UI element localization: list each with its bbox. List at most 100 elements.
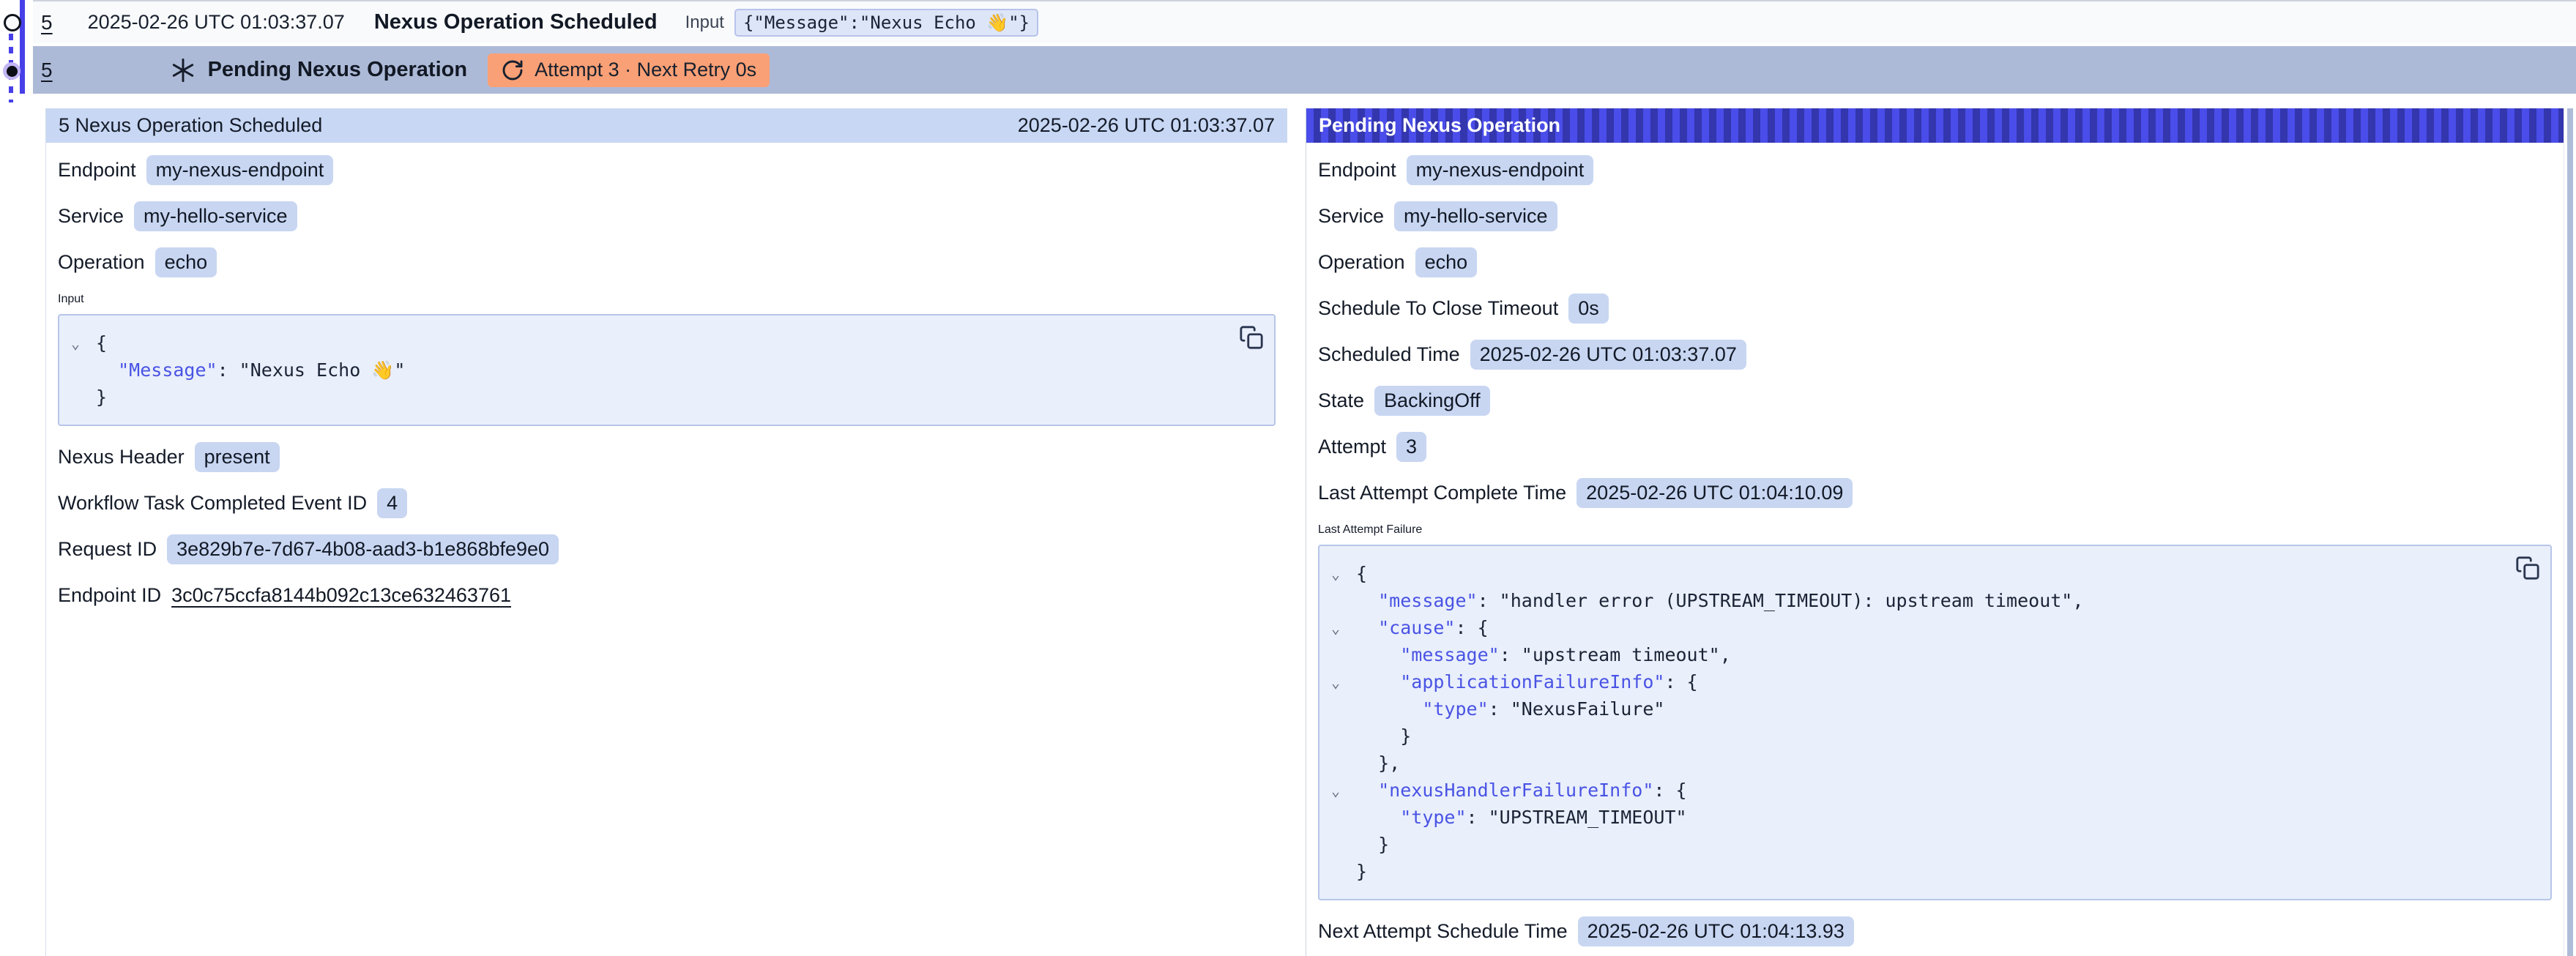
json-code-block: ⌄{⌄ "message": "handler error (UPSTREAM_… — [1318, 545, 2552, 900]
code-line: ⌄ "type": "NexusFailure" — [1356, 695, 2504, 722]
pending-panel-fields: Endpoint my-nexus-endpoint Service my-hello… — [1306, 143, 2564, 946]
field-value-badge: my-hello-service — [1394, 201, 1557, 231]
field-row: Endpoint my-nexus-endpoint — [1318, 154, 2552, 185]
pending-event-title: Pending Nexus Operation — [208, 58, 468, 82]
field-label: Endpoint — [1318, 159, 1396, 182]
collapse-chevron-icon[interactable]: ⌄ — [1331, 561, 1347, 588]
event-detail-panels: 5 Nexus Operation Scheduled 2025-02-26 U… — [45, 108, 2564, 956]
event-id-link[interactable]: 5 — [41, 11, 53, 34]
field-row: Schedule To Close Timeout 0s — [1318, 293, 2552, 324]
selected-event-bar — [20, 0, 25, 94]
panel-title: 5 Nexus Operation Scheduled — [59, 114, 322, 137]
field-value-badge: present — [195, 442, 280, 472]
endpoint-id-link[interactable]: 3c0c75ccfa8144b092c13ce632463761 — [171, 584, 511, 607]
code-text: { — [1356, 563, 1367, 584]
code-line: ⌄} — [96, 384, 1227, 411]
field-row: Request ID 3e829b7e-7d67-4b08-aad3-b1e868… — [58, 534, 1276, 564]
code-field: Input⌄{⌄ "Message": "Nexus Echo 👋"⌄} — [58, 293, 1276, 426]
retry-icon — [501, 59, 524, 82]
copy-button[interactable] — [1239, 325, 1264, 350]
field-label: Service — [1318, 205, 1384, 228]
field-row: Next Attempt Schedule Time2025-02-26 UTC… — [1318, 916, 2552, 946]
field-label: Endpoint ID — [58, 584, 161, 607]
field-row: Endpointmy-nexus-endpoint — [58, 154, 1276, 185]
code-line: ⌄ "message": "handler error (UPSTREAM_TI… — [1356, 587, 2504, 614]
scheduled-event-panel: 5 Nexus Operation Scheduled 2025-02-26 U… — [45, 108, 1287, 956]
code-line: ⌄{ — [96, 329, 1227, 356]
field-label: Operation — [1318, 251, 1405, 274]
code-line: ⌄ "Message": "Nexus Echo 👋" — [96, 356, 1227, 384]
pending-asterisk-icon — [170, 57, 196, 83]
retry-badge: Attempt 3 · Next Retry 0s — [488, 53, 770, 87]
scheduled-panel-fields: Endpointmy-nexus-endpoint Service my-hello… — [46, 143, 1287, 610]
field-row: Service my-hello-service — [1318, 201, 2552, 231]
input-inline-value: {"Message":"Nexus Echo 👋"} — [734, 9, 1038, 37]
panel-title: Pending Nexus Operation — [1319, 114, 1560, 137]
field-label: State — [1318, 389, 1364, 412]
event-row-pending[interactable]: 5 Pending Nexus Operation Attempt 3 · Ne… — [33, 46, 2576, 94]
code-field: Last Attempt Failure⌄{⌄ "message": "hand… — [1318, 523, 2552, 900]
field-value-badge: my-nexus-endpoint — [1407, 155, 1594, 185]
code-text: }, — [1356, 753, 1400, 774]
code-text: "applicationFailureInfo": { — [1356, 671, 1698, 692]
field-label: Next Attempt Schedule Time — [1318, 920, 1568, 943]
field-row: Nexus Header present — [58, 441, 1276, 472]
field-label: Workflow Task Completed Event ID — [58, 492, 367, 515]
collapse-chevron-icon[interactable]: ⌄ — [1331, 615, 1347, 642]
field-row: Workflow Task Completed Event ID 4 — [58, 488, 1276, 518]
code-line: ⌄} — [1356, 858, 2504, 885]
field-value-badge: echo — [155, 247, 217, 277]
field-value-badge: 4 — [377, 488, 407, 518]
field-value-badge: 0s — [1568, 294, 1609, 324]
event-id-link[interactable]: 5 — [41, 59, 53, 82]
field-label: Input — [58, 293, 1276, 306]
copy-button[interactable] — [2515, 556, 2540, 580]
field-row: StateBackingOff — [1318, 385, 2552, 416]
field-row: Endpoint ID 3c0c75ccfa8144b092c13ce632463… — [58, 580, 1276, 610]
workflow-history-view: 5 2025-02-26 UTC 01:03:37.07 Nexus Opera… — [0, 0, 2576, 956]
code-text: "message": "handler error (UPSTREAM_TIME… — [1356, 590, 2083, 611]
copy-icon — [2515, 556, 2540, 580]
code-text: } — [1356, 861, 1367, 882]
code-line: ⌄ "message": "upstream timeout", — [1356, 641, 2504, 668]
code-text: } — [1356, 834, 1389, 855]
field-row: Service my-hello-service — [58, 201, 1276, 231]
code-line: ⌄ } — [1356, 722, 2504, 750]
json-code-block: ⌄{⌄ "Message": "Nexus Echo 👋"⌄} — [58, 314, 1276, 426]
copy-icon — [1239, 325, 1264, 350]
pending-event-marker — [3, 62, 21, 80]
field-row: Operationecho — [1318, 247, 2552, 277]
retry-badge-label: Attempt 3 · Next Retry 0s — [535, 59, 756, 81]
field-label: Endpoint — [58, 159, 136, 182]
code-text: "message": "upstream timeout", — [1356, 644, 1731, 665]
field-value-badge: 3e829b7e-7d67-4b08-aad3-b1e868bfe9e0 — [167, 534, 559, 564]
field-label: Schedule To Close Timeout — [1318, 297, 1558, 320]
field-value-badge: 2025-02-26 UTC 01:03:37.07 — [1470, 340, 1746, 370]
field-label: Attempt — [1318, 436, 1386, 458]
collapse-chevron-icon[interactable]: ⌄ — [71, 330, 87, 357]
field-value-badge: 3 — [1396, 432, 1426, 462]
code-line: ⌄ "cause": { — [1356, 614, 2504, 641]
event-row-scheduled[interactable]: 5 2025-02-26 UTC 01:03:37.07 Nexus Opera… — [33, 1, 2576, 43]
field-label: Nexus Header — [58, 446, 185, 468]
event-open-marker — [4, 14, 21, 31]
field-label: Service — [58, 205, 124, 228]
code-line: ⌄ "applicationFailureInfo": { — [1356, 668, 2504, 695]
pending-operation-panel: Pending Nexus Operation Endpoint my-nexus… — [1306, 108, 2564, 956]
field-label: Request ID — [58, 538, 157, 561]
scrollbar[interactable] — [2567, 108, 2573, 956]
collapse-chevron-icon[interactable]: ⌄ — [1331, 777, 1347, 804]
code-text: { — [96, 332, 107, 354]
field-value-badge: my-hello-service — [134, 201, 297, 231]
field-value-badge: 2025-02-26 UTC 01:04:10.09 — [1577, 478, 1853, 508]
code-text: "cause": { — [1356, 617, 1489, 638]
input-inline-label: Input — [685, 12, 724, 33]
scheduled-panel-header: 5 Nexus Operation Scheduled 2025-02-26 U… — [46, 108, 1287, 143]
field-label: Operation — [58, 251, 145, 274]
code-line: ⌄ "type": "UPSTREAM_TIMEOUT" — [1356, 804, 2504, 831]
pending-panel-header: Pending Nexus Operation — [1306, 108, 2564, 143]
code-line: ⌄ }, — [1356, 750, 2504, 777]
collapse-chevron-icon[interactable]: ⌄ — [1331, 669, 1347, 696]
code-line: ⌄{ — [1356, 560, 2504, 587]
code-line: ⌄ "nexusHandlerFailureInfo": { — [1356, 777, 2504, 804]
